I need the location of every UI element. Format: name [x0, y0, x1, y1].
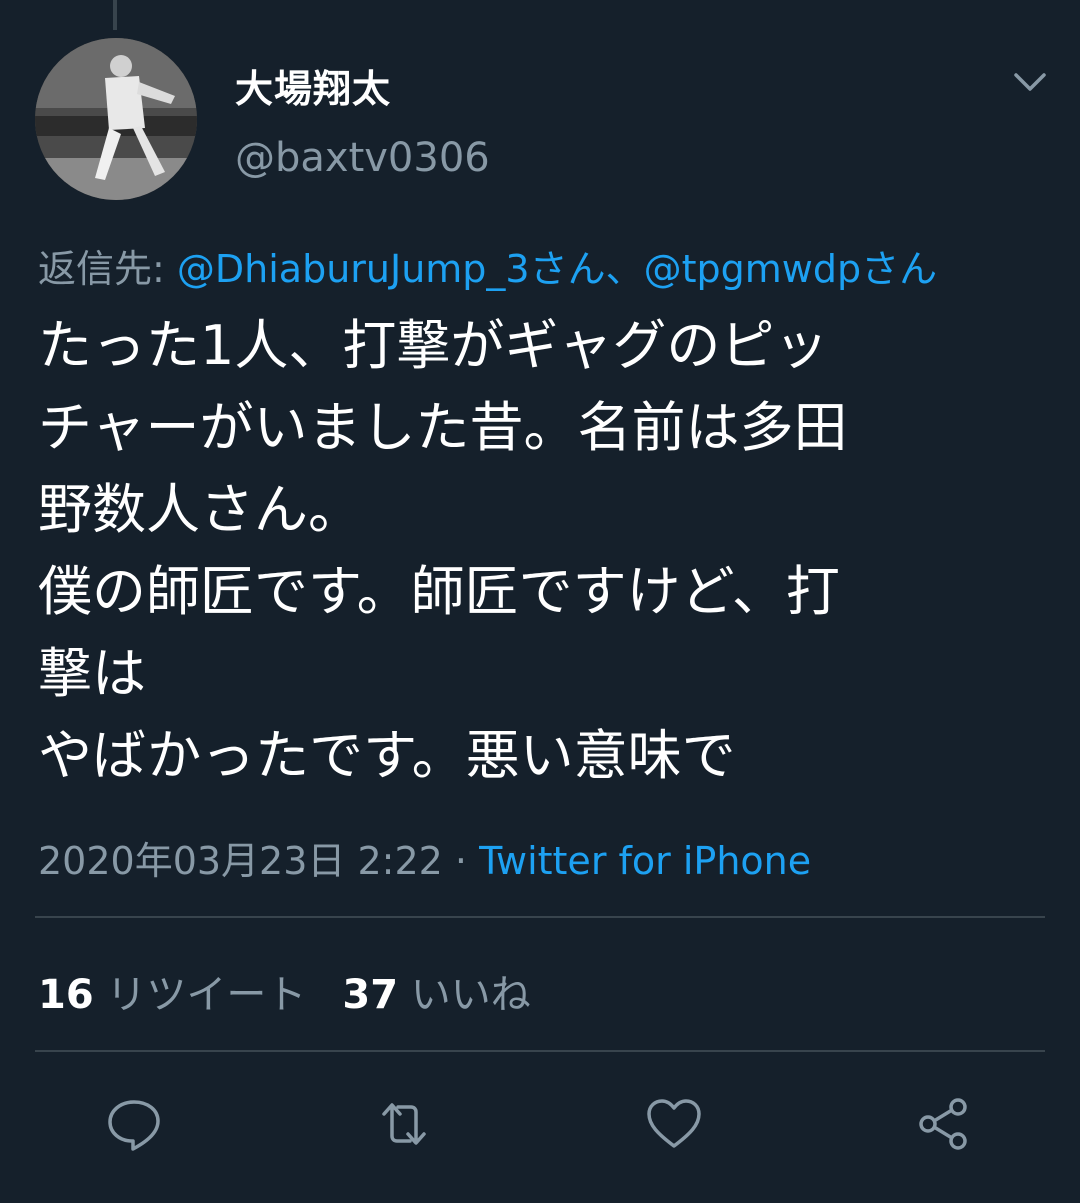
thread-connector-line	[113, 0, 117, 30]
likes-count: 37	[342, 972, 399, 1018]
retweets-count: 16	[38, 972, 94, 1018]
reply-to-label: 返信先:	[38, 247, 177, 291]
avatar-photo	[35, 38, 197, 200]
tweet-text-line: 野数人さん。	[38, 478, 362, 541]
tweet-text-line: やばかったです。悪い意味で	[38, 724, 736, 787]
divider	[35, 916, 1045, 918]
reply-mention-link[interactable]: @DhiaburuJump_3さん	[177, 247, 606, 291]
tweet-meta: 2020年03月23日 2:22 · Twitter for iPhone	[38, 830, 811, 885]
tweet-stats: 16 リツイート 37 いいね	[38, 962, 531, 1020]
likes-stat[interactable]: 37 いいね	[342, 972, 530, 1018]
display-name[interactable]: 大場翔太	[235, 58, 391, 113]
tweet-timestamp[interactable]: 2020年03月23日 2:22	[38, 839, 443, 883]
tweet-source-link[interactable]: Twitter for iPhone	[479, 839, 811, 883]
user-handle[interactable]: @baxtv0306	[235, 135, 490, 181]
heart-icon[interactable]	[644, 1094, 704, 1154]
reply-icon[interactable]	[104, 1094, 164, 1154]
tweet-text-line: たった1人、打撃がギャグのピッ	[38, 314, 829, 377]
tweet-text-line: チャーがいました昔。名前は多田	[38, 396, 848, 459]
tweet-text-line: 撃は	[38, 642, 146, 705]
reply-to-line: 返信先: @DhiaburuJump_3さん、@tpgmwdpさん	[38, 238, 937, 293]
retweets-label: リツイート	[106, 972, 307, 1018]
tweet-text-line: 僕の師匠です。師匠ですけど、打	[38, 560, 840, 623]
likes-label: いいね	[410, 972, 531, 1018]
retweets-stat[interactable]: 16 リツイート	[38, 972, 306, 1018]
divider	[35, 1050, 1045, 1052]
reply-separator: 、	[605, 247, 644, 291]
retweet-icon[interactable]	[374, 1094, 434, 1154]
share-icon[interactable]	[914, 1094, 974, 1154]
tweet-text: たった1人、打撃がギャグのピッ チャーがいました昔。名前は多田 野数人さん。 僕…	[38, 305, 1048, 797]
avatar[interactable]	[35, 38, 197, 200]
chevron-down-icon[interactable]	[1010, 62, 1050, 102]
reply-mention-link[interactable]: @tpgmwdpさん	[644, 247, 937, 291]
meta-separator: ·	[442, 839, 480, 883]
